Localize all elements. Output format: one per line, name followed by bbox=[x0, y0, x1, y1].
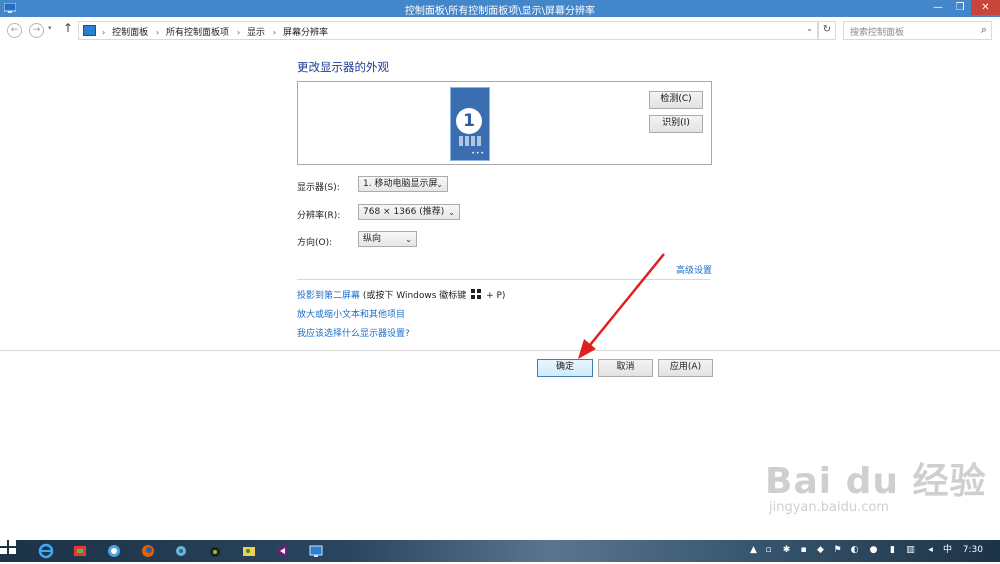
breadcrumb-separator: › bbox=[272, 28, 277, 37]
visual-studio-icon[interactable] bbox=[274, 543, 290, 559]
close-button[interactable]: ✕ bbox=[971, 0, 1000, 15]
refresh-button[interactable]: ↻ bbox=[818, 21, 836, 40]
chevron-down-icon: ⌄ bbox=[436, 180, 443, 189]
navigation-bar: ← → ▾ ↑ › 控制面板 › 所有控制面板项 › 显示 › 屏幕分辨率 ⌄ … bbox=[0, 17, 1000, 43]
back-button[interactable]: ← bbox=[7, 23, 22, 38]
address-dropdown-icon[interactable]: ⌄ bbox=[806, 24, 813, 33]
tray-icon-1[interactable]: ▲ bbox=[748, 544, 759, 556]
tray-icon-2[interactable]: ▫ bbox=[763, 544, 774, 556]
breadcrumb-separator: › bbox=[155, 28, 160, 37]
orientation-label: 方向(O): bbox=[297, 238, 333, 248]
breadcrumb: › 控制面板 › 所有控制面板项 › 显示 › 屏幕分辨率 bbox=[101, 25, 332, 38]
cancel-button[interactable]: 取消 bbox=[598, 359, 653, 377]
display-label: 显示器(S): bbox=[297, 183, 340, 193]
photo-icon[interactable] bbox=[241, 543, 257, 559]
clock[interactable]: 7:30 bbox=[963, 545, 983, 555]
breadcrumb-display[interactable]: 显示 bbox=[247, 28, 265, 38]
chevron-down-icon: ⌄ bbox=[405, 235, 412, 244]
ok-button[interactable]: 确定 bbox=[537, 359, 593, 377]
address-bar[interactable]: › 控制面板 › 所有控制面板项 › 显示 › 屏幕分辨率 ⌄ bbox=[78, 21, 818, 40]
minimize-button[interactable]: — bbox=[927, 0, 949, 15]
ie-icon[interactable] bbox=[38, 543, 54, 559]
tray-icon-4[interactable]: ◆ bbox=[815, 544, 826, 556]
search-placeholder: 搜索控制面板 bbox=[850, 28, 905, 38]
browser-icon[interactable] bbox=[106, 543, 122, 559]
project-row: 投影到第二屏幕 (或按下 Windows 徽标键 + P) bbox=[297, 288, 505, 301]
bluetooth-icon[interactable]: ✱ bbox=[781, 544, 792, 556]
network-tray-icon[interactable]: ▥ bbox=[905, 544, 916, 556]
media-icon[interactable] bbox=[207, 543, 223, 559]
watermark-main: Bai du 经验 bbox=[765, 461, 987, 502]
identify-button[interactable]: 识别(I) bbox=[649, 115, 703, 133]
chevron-down-icon: ⌄ bbox=[448, 208, 455, 217]
up-button[interactable]: ↑ bbox=[63, 21, 73, 35]
detect-button[interactable]: 检测(C) bbox=[649, 91, 703, 109]
orientation-select-value: 纵向 bbox=[363, 234, 382, 244]
display-select-value: 1. 移动电脑显示屏 bbox=[363, 179, 438, 189]
breadcrumb-separator: › bbox=[102, 28, 106, 37]
control-panel-icon[interactable] bbox=[308, 543, 324, 559]
monitor-1-thumbnail[interactable]: 1 ••• bbox=[450, 87, 490, 161]
baidu-watermark: Bai du 经验 jingyan.baidu.com bbox=[765, 452, 987, 515]
text-size-link[interactable]: 放大或缩小文本和其他项目 bbox=[297, 307, 405, 320]
project-hint-suffix: + P) bbox=[486, 291, 506, 301]
breadcrumb-control-panel[interactable]: 控制面板 bbox=[112, 28, 148, 38]
start-screen-tiles bbox=[459, 136, 481, 146]
tray-icon-3[interactable]: ▪ bbox=[798, 544, 809, 556]
recent-locations-button[interactable]: ▾ bbox=[48, 24, 52, 32]
project-hint-prefix: (或按下 Windows 徽标键 bbox=[362, 291, 467, 301]
advanced-settings-link[interactable]: 高级设置 bbox=[676, 263, 712, 276]
windows-logo-icon bbox=[471, 289, 482, 299]
maximize-button[interactable]: ❐ bbox=[949, 0, 971, 15]
forward-button[interactable]: → bbox=[29, 23, 44, 38]
title-bar: 控制面板\所有控制面板项\显示\屏幕分辨率 — ❐ ✕ bbox=[0, 0, 1000, 17]
taskbar: ▲ ▫ ✱ ▪ ◆ ⚑ ◐ ● ▮ ▥ ◂ 中 7:30 bbox=[0, 540, 1000, 562]
window-title: 控制面板\所有控制面板项\显示\屏幕分辨率 bbox=[404, 6, 596, 17]
start-button[interactable] bbox=[0, 540, 16, 554]
flag-icon[interactable]: ⚑ bbox=[832, 544, 843, 556]
monitor-dots: ••• bbox=[471, 150, 485, 157]
monitor-arrangement-panel: 1 ••• 检测(C) 识别(I) bbox=[297, 81, 712, 165]
breadcrumb-separator: › bbox=[236, 28, 241, 37]
network-icon[interactable] bbox=[173, 543, 189, 559]
resolution-select[interactable]: 768 × 1366 (推荐) ⌄ bbox=[358, 204, 460, 220]
footer-divider bbox=[0, 350, 1000, 351]
firefox-icon[interactable] bbox=[140, 543, 156, 559]
ime-indicator[interactable]: 中 bbox=[942, 544, 953, 556]
which-settings-link[interactable]: 我应该选择什么显示器设置? bbox=[297, 326, 410, 339]
resolution-select-value: 768 × 1366 (推荐) bbox=[363, 207, 445, 217]
search-input[interactable]: 搜索控制面板 ⌕ bbox=[843, 21, 992, 40]
control-panel-icon bbox=[83, 25, 96, 36]
section-divider bbox=[297, 279, 710, 280]
apply-button[interactable]: 应用(A) bbox=[658, 359, 713, 377]
page-title: 更改显示器的外观 bbox=[297, 60, 389, 74]
resolution-label: 分辨率(R): bbox=[297, 211, 341, 221]
tray-icon-6[interactable]: ● bbox=[868, 544, 879, 556]
breadcrumb-resolution[interactable]: 屏幕分辨率 bbox=[283, 28, 328, 38]
tray-icon-5[interactable]: ◐ bbox=[849, 544, 860, 556]
orientation-select[interactable]: 纵向 ⌄ bbox=[358, 231, 417, 247]
search-icon[interactable]: ⌕ bbox=[981, 23, 987, 37]
app-icon[interactable] bbox=[72, 543, 88, 559]
breadcrumb-all-items[interactable]: 所有控制面板项 bbox=[166, 28, 229, 38]
monitor-number-badge: 1 bbox=[456, 108, 482, 134]
display-select[interactable]: 1. 移动电脑显示屏 ⌄ bbox=[358, 176, 448, 192]
volume-icon[interactable]: ◂ bbox=[925, 544, 936, 556]
project-second-screen-link[interactable]: 投影到第二屏幕 bbox=[297, 291, 360, 301]
tray-icon-7[interactable]: ▮ bbox=[887, 544, 898, 556]
